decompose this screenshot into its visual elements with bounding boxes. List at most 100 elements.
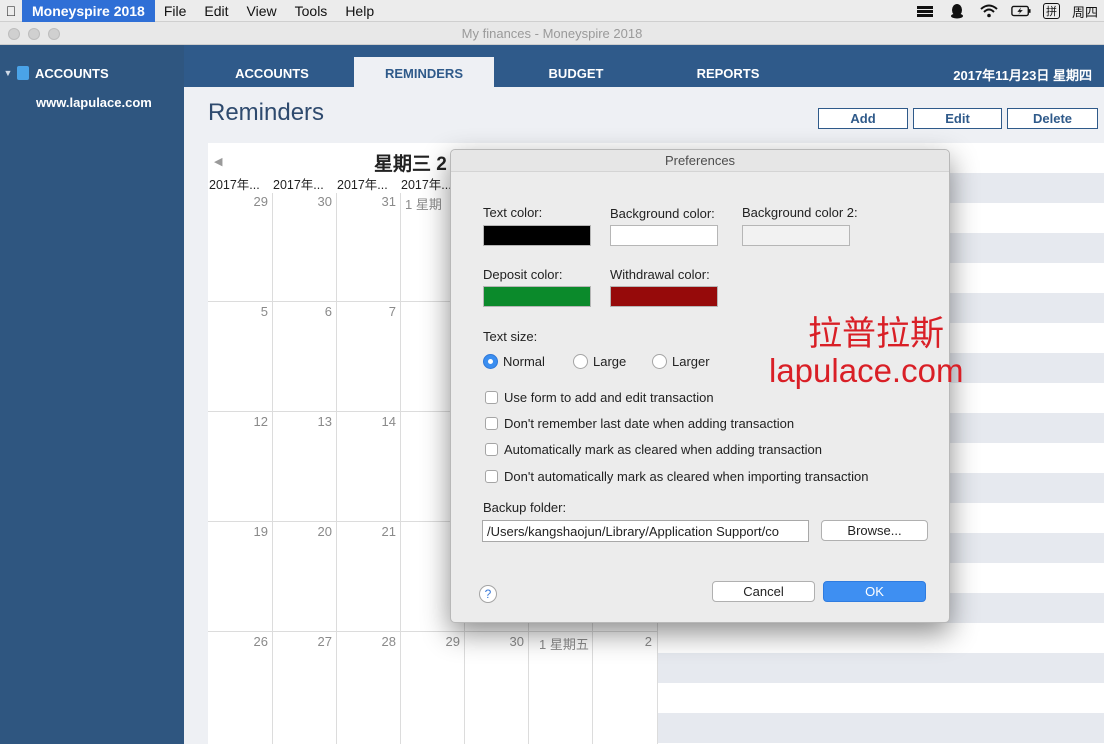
radio-icon <box>652 354 667 369</box>
accounts-book-icon <box>17 66 29 80</box>
calendar-day[interactable]: 13 <box>274 414 332 429</box>
tab-accounts[interactable]: ACCOUNTS <box>196 57 348 87</box>
sidebar: ▼ ACCOUNTS www.lapulace.com <box>0 45 184 744</box>
cancel-button[interactable]: Cancel <box>712 581 815 602</box>
deposit-color-label: Deposit color: <box>483 267 563 282</box>
current-date: 2017年11月23日 星期四 <box>953 68 1092 83</box>
calendar-day[interactable]: 2 <box>594 634 652 649</box>
calendar-day[interactable]: 30 <box>274 194 332 209</box>
backup-folder-label: Backup folder: <box>483 500 567 515</box>
calendar-day[interactable]: 6 <box>274 304 332 319</box>
browse-button[interactable]: Browse... <box>821 520 928 541</box>
calendar-title: 星期三 2 <box>374 154 447 175</box>
deposit-color-swatch[interactable] <box>483 286 591 307</box>
menu-help[interactable]: Help <box>336 0 383 22</box>
dock-icon[interactable] <box>915 3 935 19</box>
checkbox-icon <box>485 470 498 483</box>
calendar-day[interactable]: 21 <box>338 524 396 539</box>
menu-tools[interactable]: Tools <box>286 0 337 22</box>
option-use-form-checkbox[interactable]: Use form to add and edit transaction <box>485 390 714 405</box>
menu-bar:  Moneyspire 2018 File Edit View Tools H… <box>0 0 1104 22</box>
calendar-day[interactable]: 5 <box>210 304 268 319</box>
grid-line <box>272 193 273 744</box>
calendar-day[interactable]: 29 <box>210 194 268 209</box>
calendar-day[interactable]: 19 <box>210 524 268 539</box>
grid-line <box>208 631 658 632</box>
calendar-day[interactable]: 1 星期五 <box>539 634 599 653</box>
previous-month-icon[interactable]: ◀ <box>214 155 222 168</box>
watermark-url: lapulace.com <box>769 352 964 389</box>
text-size-larger-radio[interactable]: Larger <box>652 354 710 369</box>
help-button[interactable]: ? <box>479 585 497 603</box>
calendar-day[interactable]: 29 <box>402 634 460 649</box>
calendar-day[interactable]: 7 <box>338 304 396 319</box>
background-color-label: Background color: <box>610 206 715 221</box>
accounts-label: ACCOUNTS <box>35 65 109 81</box>
checkbox-label: Automatically mark as cleared when addin… <box>504 442 822 457</box>
calendar-day[interactable]: 30 <box>466 634 524 649</box>
calendar-day[interactable]: 14 <box>338 414 396 429</box>
option-dont-remember-date-checkbox[interactable]: Don't remember last date when adding tra… <box>485 416 794 431</box>
add-button[interactable]: Add <box>818 108 908 129</box>
grid-line <box>336 193 337 744</box>
text-color-label: Text color: <box>483 205 543 220</box>
checkbox-icon <box>485 417 498 430</box>
battery-icon[interactable] <box>1011 3 1031 19</box>
option-no-auto-clear-import-checkbox[interactable]: Don't automatically mark as cleared when… <box>485 469 868 484</box>
calendar-day[interactable]: 31 <box>338 194 396 209</box>
calendar-day[interactable]: 27 <box>274 634 332 649</box>
option-auto-clear-add-checkbox[interactable]: Automatically mark as cleared when addin… <box>485 442 822 457</box>
withdrawal-color-label: Withdrawal color: <box>610 267 710 282</box>
grid-line <box>400 193 401 744</box>
radio-label: Normal <box>503 354 545 369</box>
tab-budget[interactable]: BUDGET <box>502 57 650 87</box>
day-header: 2017年... <box>273 178 324 192</box>
sidebar-item-account[interactable]: www.lapulace.com <box>36 95 152 110</box>
window-titlebar: My finances - Moneyspire 2018 <box>0 22 1104 45</box>
radio-label: Large <box>593 354 627 369</box>
page-title: Reminders <box>208 99 325 126</box>
text-color-swatch[interactable] <box>483 225 591 246</box>
calendar-day[interactable]: 12 <box>210 414 268 429</box>
input-method-icon[interactable]: 拼 <box>1042 3 1060 19</box>
checkbox-icon <box>485 391 498 404</box>
accounts-group[interactable]: ▼ ACCOUNTS <box>0 65 109 81</box>
calendar-day[interactable]: 28 <box>338 634 396 649</box>
disclosure-triangle-icon[interactable]: ▼ <box>1 68 15 78</box>
text-size-label: Text size: <box>483 329 538 344</box>
background-color-2-swatch[interactable] <box>742 225 850 246</box>
wifi-icon[interactable] <box>979 3 999 19</box>
radio-label: Larger <box>672 354 710 369</box>
withdrawal-color-swatch[interactable] <box>610 286 718 307</box>
checkbox-icon <box>485 443 498 456</box>
clock-day[interactable]: 周四 <box>1072 2 1098 21</box>
ok-button[interactable]: OK <box>823 581 926 602</box>
window-title: My finances - Moneyspire 2018 <box>461 26 643 41</box>
text-size-normal-radio[interactable]: Normal <box>483 354 545 369</box>
checkbox-label: Use form to add and edit transaction <box>504 390 714 405</box>
status-area: 拼 周四 <box>915 0 1104 22</box>
radio-icon <box>573 354 588 369</box>
checkbox-label: Don't remember last date when adding tra… <box>504 416 795 431</box>
day-header: 2017年... <box>337 178 388 192</box>
backup-folder-input[interactable] <box>482 520 809 542</box>
calendar-day[interactable]: 20 <box>274 524 332 539</box>
calendar-day[interactable]: 26 <box>210 634 268 649</box>
qq-icon[interactable] <box>947 3 967 19</box>
delete-button[interactable]: Delete <box>1007 108 1098 129</box>
tab-reports[interactable]: REPORTS <box>654 57 802 87</box>
menu-file[interactable]: File <box>155 0 196 22</box>
menu-edit[interactable]: Edit <box>195 0 237 22</box>
dialog-title: Preferences <box>451 150 949 172</box>
text-size-large-radio[interactable]: Large <box>573 354 626 369</box>
apple-menu-icon[interactable]:  <box>0 3 22 19</box>
top-nav: ACCOUNTS REMINDERS BUDGET REPORTS 2017年1… <box>184 45 1104 87</box>
background-color-swatch[interactable] <box>610 225 718 246</box>
menu-view[interactable]: View <box>238 0 286 22</box>
checkbox-label: Don't automatically mark as cleared when… <box>504 469 869 484</box>
watermark-text: 拉普拉斯 <box>808 315 944 353</box>
tab-reminders[interactable]: REMINDERS <box>354 57 494 87</box>
background-color-2-label: Background color 2: <box>742 205 858 220</box>
app-menu[interactable]: Moneyspire 2018 <box>22 0 155 22</box>
edit-button[interactable]: Edit <box>913 108 1002 129</box>
